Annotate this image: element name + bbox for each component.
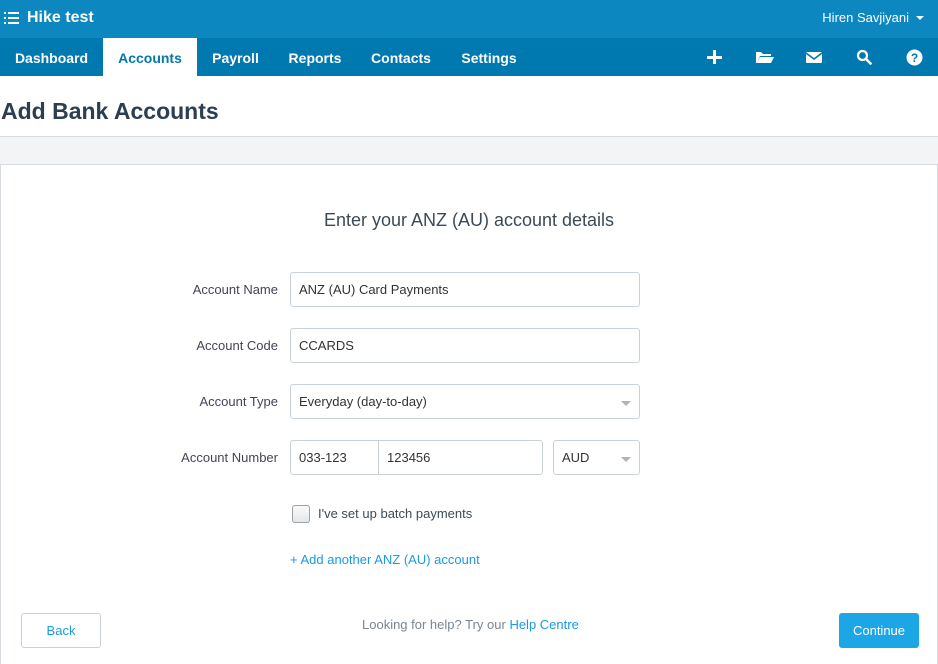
org-name: Hike test [27,9,94,26]
tab-payroll[interactable]: Payroll [197,38,274,76]
user-menu[interactable]: Hiren Savjiyani [822,10,924,25]
page-title: Add Bank Accounts [1,98,219,124]
tab-accounts[interactable]: Accounts [103,38,197,76]
user-name: Hiren Savjiyani [822,10,909,25]
account-type-label: Account Type [199,394,278,409]
svg-text:?: ? [910,51,917,65]
account-name-input[interactable]: ANZ (AU) Card Payments [290,272,640,307]
main-nav: Dashboard Accounts Payroll Reports Conta… [0,38,938,76]
account-code-input[interactable]: CCARDS [290,328,640,363]
help-icon[interactable]: ? [904,47,924,67]
list-menu-icon [4,12,19,24]
plus-icon[interactable] [704,47,724,67]
tab-contacts[interactable]: Contacts [356,38,446,76]
back-button[interactable]: Back [21,613,101,648]
account-name-label: Account Name [192,282,278,297]
continue-button[interactable]: Continue [839,613,919,648]
batch-payments-checkbox[interactable] [292,505,310,523]
search-icon[interactable] [854,47,874,67]
tab-settings[interactable]: Settings [446,38,532,76]
add-another-account-link[interactable]: + Add another ANZ (AU) account [290,552,480,567]
currency-value: AUD [562,450,590,465]
bsb-input[interactable]: 033-123 [290,440,379,475]
currency-select[interactable]: AUD [553,440,640,475]
help-centre-link[interactable]: Help Centre [509,617,578,632]
tab-dashboard[interactable]: Dashboard [0,38,103,76]
dropdown-arrow-icon [621,401,631,406]
account-number-input[interactable]: 123456 [378,440,543,475]
gray-band [0,137,938,165]
mail-icon[interactable] [804,47,824,67]
account-number-label: Account Number [181,450,278,465]
help-prefix: Looking for help? Try our [362,617,506,632]
account-code-label: Account Code [196,338,278,353]
top-bar: Hike test Hiren Savjiyani [0,0,938,38]
caret-down-icon [916,15,924,20]
help-text: Looking for help? Try our Help Centre [362,617,579,632]
account-type-value: Everyday (day-to-day) [299,394,427,409]
org-switcher[interactable]: Hike test [4,7,94,29]
form-heading: Enter your ANZ (AU) account details [323,210,615,230]
batch-payments-label: I've set up batch payments [318,506,473,521]
dropdown-arrow-icon [621,457,631,462]
folder-icon[interactable] [754,47,774,67]
account-type-select[interactable]: Everyday (day-to-day) [290,384,640,419]
tab-reports[interactable]: Reports [274,38,356,76]
